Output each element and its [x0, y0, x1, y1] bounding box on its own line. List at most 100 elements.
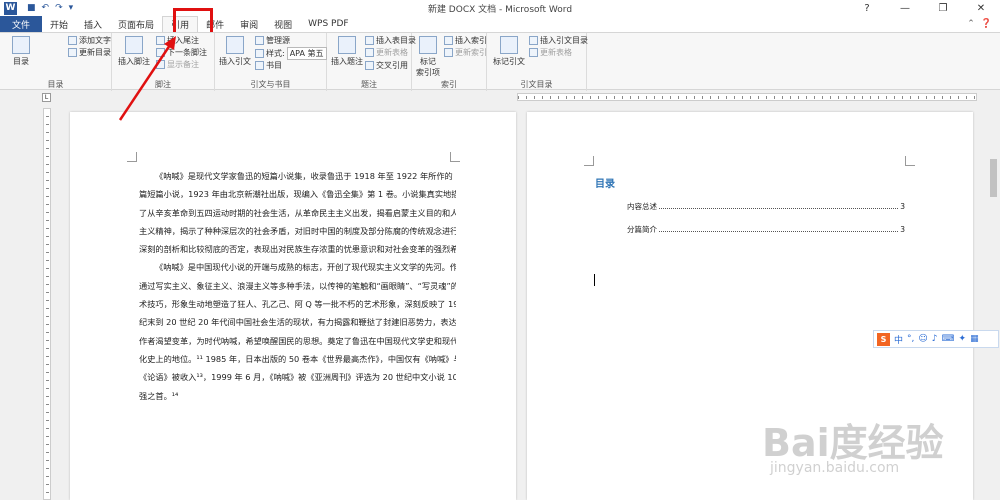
endnote-icon — [156, 36, 165, 45]
mark-entry-button[interactable]: 标记 索引项 — [416, 36, 440, 78]
insert-caption-button[interactable]: 插入题注 — [331, 36, 363, 67]
next-footnote-button[interactable]: 下一条脚注 — [156, 47, 207, 58]
insert-endnote-button[interactable]: 插入尾注 — [156, 35, 199, 46]
refresh-icon — [68, 48, 77, 57]
update-index-button[interactable]: 更新索引 — [444, 47, 487, 58]
title-bar: W ■ ↶ ↷ ▾ 新建 DOCX 文档 - Microsoft Word ? … — [0, 0, 1000, 16]
close-button[interactable]: ✕ — [962, 0, 1000, 16]
help-circle-icon[interactable]: ❓ — [981, 19, 992, 29]
tab-view[interactable]: 视图 — [266, 16, 300, 32]
group-label-toa: 引文目录 — [520, 80, 553, 89]
update-table-button[interactable]: 更新表格 — [365, 47, 408, 58]
crop-mark — [127, 152, 137, 162]
group-citations: 插入引文 管理源 样式: APA 第五 书目 引文与书目 — [215, 33, 327, 91]
insert-index-button[interactable]: 插入索引 — [444, 35, 487, 46]
undo-icon[interactable]: ↶ — [42, 3, 50, 13]
group-index: 标记 索引项 插入索引 更新索引 索引 — [412, 33, 487, 91]
emoji-icon[interactable]: ☺ — [918, 334, 927, 344]
tab-review[interactable]: 审阅 — [232, 16, 266, 32]
collapse-ribbon-icon[interactable]: ⌃ — [967, 19, 975, 29]
add-text-button[interactable]: 添加文字 — [68, 35, 111, 46]
redo-icon[interactable]: ↷ — [55, 3, 63, 13]
vertical-scrollbar[interactable] — [987, 91, 1000, 500]
crop-mark — [905, 156, 915, 166]
update-toc-button[interactable]: 更新目录 — [68, 47, 111, 58]
sogou-logo-icon[interactable]: S — [877, 332, 890, 346]
microphone-icon[interactable]: ♪ — [932, 334, 938, 344]
toc-button[interactable]: 目录 — [12, 36, 30, 67]
insert-index-icon — [444, 36, 453, 45]
ribbon-tabs: 文件 开始 插入 页面布局 引用 邮件 审阅 视图 WPS PDF ⌃ ❓ — [0, 16, 1000, 32]
citation-icon — [226, 36, 244, 54]
keyboard-icon[interactable]: ⌨ — [942, 334, 955, 344]
ime-toolbar[interactable]: S 中 °, ☺ ♪ ⌨ ✦ ▦ — [873, 330, 999, 348]
toc-entry[interactable]: 分篇简介 3 — [627, 224, 905, 235]
text-line: 强之首。¹⁴ — [139, 390, 179, 401]
insert-toa-icon — [529, 36, 538, 45]
text-line: 作者渴望变革，为时代呐喊，希望唤醒国民的思想。奠定了鲁迅在中国现代文学史和现代文 — [139, 335, 456, 346]
quick-access-toolbar: ■ ↶ ↷ ▾ — [27, 3, 73, 13]
mark-entry-icon — [419, 36, 437, 54]
update-toa-button[interactable]: 更新表格 — [529, 47, 572, 58]
customize-icon[interactable]: ▾ — [69, 3, 74, 13]
document-body[interactable]: 《呐喊》是现代文学家鲁迅的短篇小说集，收录鲁迅于 1918 年至 1922 年所… — [139, 167, 456, 405]
toc-leader — [659, 231, 899, 232]
document-page-1[interactable]: 《呐喊》是现代文学家鲁迅的短篇小说集，收录鲁迅于 1918 年至 1922 年所… — [70, 112, 516, 500]
crop-mark — [584, 156, 594, 166]
toolbox-icon[interactable]: ▦ — [970, 334, 979, 344]
tab-wps-pdf[interactable]: WPS PDF — [300, 16, 356, 32]
text-line: 《论语》被收入¹³，1999 年 6 月，《呐喊》被《亚洲周刊》评选为 20 世… — [139, 372, 456, 383]
tab-page-layout[interactable]: 页面布局 — [110, 16, 162, 32]
mark-citation-icon — [500, 36, 518, 54]
insert-toa-button[interactable]: 插入引文目录 — [529, 35, 588, 46]
group-label-index: 索引 — [441, 80, 457, 89]
insert-citation-button[interactable]: 插入引文 — [219, 36, 251, 67]
footnote-icon — [125, 36, 143, 54]
help-icon[interactable]: ? — [848, 0, 886, 16]
toc-icon — [12, 36, 30, 54]
bibliography-button[interactable]: 书目 — [255, 60, 282, 71]
mark-citation-button[interactable]: 标记引文 — [493, 36, 525, 67]
toc-leader — [659, 208, 899, 209]
window-controls: ? — ❐ ✕ — [848, 0, 1000, 16]
text-line: 《呐喊》是中国现代小说的开端与成熟的标志，开创了现代现实主义文学的先河。作品 — [155, 262, 456, 273]
insert-table-of-figures-button[interactable]: 插入表目录 — [365, 35, 416, 46]
update-table-icon — [365, 48, 374, 57]
text-line: 纪末到 20 世纪 20 年代间中国社会生活的现状，有力揭露和鞭挞了封建旧恶势力… — [139, 317, 456, 328]
group-label-toc: 目录 — [47, 80, 64, 89]
insert-footnote-button[interactable]: 插入脚注 — [118, 36, 150, 67]
style-select[interactable]: 样式: APA 第五 — [255, 47, 327, 60]
cross-reference-button[interactable]: 交叉引用 — [365, 60, 408, 71]
caption-icon — [338, 36, 356, 54]
restore-button[interactable]: ❐ — [924, 0, 962, 16]
next-footnote-icon — [156, 48, 165, 57]
word-app-icon[interactable]: W — [4, 1, 17, 15]
manage-sources-button[interactable]: 管理源 — [255, 35, 290, 46]
punctuation-icon[interactable]: °, — [907, 334, 914, 344]
text-cursor — [594, 274, 595, 286]
tab-selector-icon[interactable]: L — [42, 93, 51, 102]
group-toc: 目录 添加文字 更新目录 目录 — [0, 33, 112, 91]
ime-mode-chinese[interactable]: 中 — [894, 333, 903, 346]
ruler-row: L — [0, 91, 1000, 103]
bibliography-icon — [255, 61, 264, 70]
minimize-button[interactable]: — — [886, 0, 924, 16]
text-line: 篇短篇小说，1923 年由北京新潮社出版，现编入《鲁迅全集》第 1 卷。小说集真… — [139, 189, 456, 200]
skin-icon[interactable]: ✦ — [959, 334, 967, 344]
group-label-footnotes: 脚注 — [155, 80, 171, 89]
tab-home[interactable]: 开始 — [42, 16, 76, 32]
tab-insert[interactable]: 插入 — [76, 16, 110, 32]
vertical-ruler[interactable] — [43, 108, 51, 500]
text-line: 《呐喊》是现代文学家鲁迅的短篇小说集，收录鲁迅于 1918 年至 1922 年所… — [155, 171, 456, 181]
scrollbar-thumb[interactable] — [990, 159, 997, 197]
text-line: 主义精神，揭示了种种深层次的社会矛盾，对旧时中国的制度及部分陈腐的传统观念进行了 — [139, 225, 456, 236]
horizontal-ruler[interactable] — [517, 93, 977, 101]
group-toa: 标记引文 插入引文目录 更新表格 引文目录 — [487, 33, 588, 91]
manage-sources-icon — [255, 36, 264, 45]
style-icon — [255, 49, 264, 58]
toc-entry[interactable]: 内容总述 3 — [627, 201, 905, 212]
tab-file[interactable]: 文件 — [0, 16, 43, 32]
text-line: 通过写实主义、象征主义、浪漫主义等多种手法，以传神的笔触和“画眼睛”、“写灵魂”… — [139, 280, 456, 291]
show-notes-button[interactable]: 显示备注 — [156, 59, 199, 70]
save-icon[interactable]: ■ — [27, 3, 36, 13]
